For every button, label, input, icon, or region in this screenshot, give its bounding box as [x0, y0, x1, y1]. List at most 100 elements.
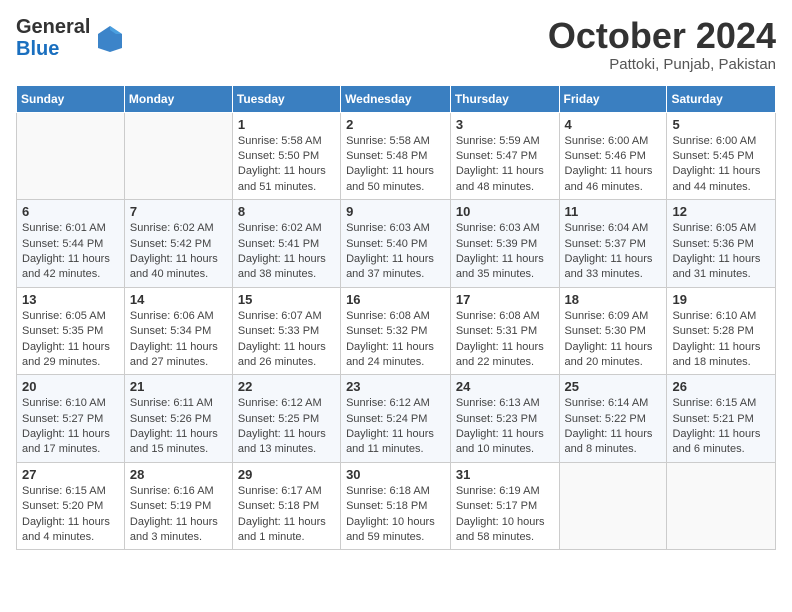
day-number: 5 — [672, 117, 770, 132]
logo-general: General — [16, 16, 90, 38]
sunrise-text: Sunrise: 6:13 AM — [456, 396, 554, 411]
day-number: 3 — [456, 117, 554, 132]
sunset-text: Sunset: 5:28 PM — [672, 324, 770, 339]
day-info: Sunrise: 6:02 AMSunset: 5:42 PMDaylight:… — [130, 221, 227, 283]
sunset-text: Sunset: 5:18 PM — [238, 499, 335, 514]
day-number: 15 — [238, 292, 335, 307]
sunrise-text: Sunrise: 6:04 AM — [565, 221, 662, 236]
sunset-text: Sunset: 5:37 PM — [565, 237, 662, 252]
day-info: Sunrise: 6:16 AMSunset: 5:19 PMDaylight:… — [130, 484, 227, 546]
sunrise-text: Sunrise: 6:08 AM — [456, 309, 554, 324]
sunrise-text: Sunrise: 6:00 AM — [565, 134, 662, 149]
sunset-text: Sunset: 5:32 PM — [346, 324, 445, 339]
calendar-cell — [124, 112, 232, 200]
day-info: Sunrise: 6:09 AMSunset: 5:30 PMDaylight:… — [565, 309, 662, 371]
day-info: Sunrise: 6:17 AMSunset: 5:18 PMDaylight:… — [238, 484, 335, 546]
sunrise-text: Sunrise: 6:02 AM — [238, 221, 335, 236]
day-info: Sunrise: 6:06 AMSunset: 5:34 PMDaylight:… — [130, 309, 227, 371]
sunrise-text: Sunrise: 6:06 AM — [130, 309, 227, 324]
daylight-text: Daylight: 11 hours and 40 minutes. — [130, 252, 227, 283]
calendar-cell: 12Sunrise: 6:05 AMSunset: 5:36 PMDayligh… — [667, 200, 776, 288]
day-info: Sunrise: 6:18 AMSunset: 5:18 PMDaylight:… — [346, 484, 445, 546]
day-info: Sunrise: 6:14 AMSunset: 5:22 PMDaylight:… — [565, 396, 662, 458]
sunset-text: Sunset: 5:48 PM — [346, 149, 445, 164]
sunrise-text: Sunrise: 6:16 AM — [130, 484, 227, 499]
day-info: Sunrise: 6:08 AMSunset: 5:32 PMDaylight:… — [346, 309, 445, 371]
sunrise-text: Sunrise: 5:59 AM — [456, 134, 554, 149]
sunrise-text: Sunrise: 5:58 AM — [238, 134, 335, 149]
daylight-text: Daylight: 11 hours and 27 minutes. — [130, 340, 227, 371]
calendar-cell: 7 Sunrise: 6:02 AMSunset: 5:42 PMDaylight… — [124, 200, 232, 288]
day-number: 1 — [238, 117, 335, 132]
calendar-cell — [667, 462, 776, 550]
sunset-text: Sunset: 5:21 PM — [672, 412, 770, 427]
daylight-text: Daylight: 11 hours and 51 minutes. — [238, 164, 335, 195]
day-info: Sunrise: 6:04 AMSunset: 5:37 PMDaylight:… — [565, 221, 662, 283]
calendar-cell: 30Sunrise: 6:18 AMSunset: 5:18 PMDayligh… — [341, 462, 451, 550]
calendar-cell: 29Sunrise: 6:17 AMSunset: 5:18 PMDayligh… — [232, 462, 340, 550]
location-subtitle: Pattoki, Punjab, Pakistan — [548, 56, 776, 73]
sunrise-text: Sunrise: 6:08 AM — [346, 309, 445, 324]
sunrise-text: Sunrise: 6:10 AM — [22, 396, 119, 411]
day-info: Sunrise: 6:02 AMSunset: 5:41 PMDaylight:… — [238, 221, 335, 283]
day-info: Sunrise: 6:15 AMSunset: 5:20 PMDaylight:… — [22, 484, 119, 546]
sunrise-text: Sunrise: 6:15 AM — [22, 484, 119, 499]
daylight-text: Daylight: 11 hours and 35 minutes. — [456, 252, 554, 283]
day-info: Sunrise: 6:13 AMSunset: 5:23 PMDaylight:… — [456, 396, 554, 458]
sunrise-text: Sunrise: 6:14 AM — [565, 396, 662, 411]
daylight-text: Daylight: 11 hours and 38 minutes. — [238, 252, 335, 283]
daylight-text: Daylight: 11 hours and 10 minutes. — [456, 427, 554, 458]
daylight-text: Daylight: 10 hours and 59 minutes. — [346, 515, 445, 546]
calendar-cell: 24Sunrise: 6:13 AMSunset: 5:23 PMDayligh… — [450, 375, 559, 463]
calendar-cell: 18Sunrise: 6:09 AMSunset: 5:30 PMDayligh… — [559, 287, 667, 375]
day-info: Sunrise: 6:10 AMSunset: 5:28 PMDaylight:… — [672, 309, 770, 371]
day-number: 21 — [130, 379, 227, 394]
calendar-cell: 27Sunrise: 6:15 AMSunset: 5:20 PMDayligh… — [17, 462, 125, 550]
daylight-text: Daylight: 11 hours and 3 minutes. — [130, 515, 227, 546]
sunrise-text: Sunrise: 6:10 AM — [672, 309, 770, 324]
calendar-cell: 3Sunrise: 5:59 AMSunset: 5:47 PMDaylight… — [450, 112, 559, 200]
sunset-text: Sunset: 5:35 PM — [22, 324, 119, 339]
sunset-text: Sunset: 5:17 PM — [456, 499, 554, 514]
daylight-text: Daylight: 11 hours and 22 minutes. — [456, 340, 554, 371]
sunset-text: Sunset: 5:24 PM — [346, 412, 445, 427]
day-number: 7 — [130, 204, 227, 219]
day-info: Sunrise: 6:12 AMSunset: 5:25 PMDaylight:… — [238, 396, 335, 458]
day-header-friday: Friday — [559, 85, 667, 112]
logo-blue: Blue — [16, 38, 90, 60]
day-info: Sunrise: 6:07 AMSunset: 5:33 PMDaylight:… — [238, 309, 335, 371]
sunset-text: Sunset: 5:45 PM — [672, 149, 770, 164]
day-header-tuesday: Tuesday — [232, 85, 340, 112]
calendar-cell: 6Sunrise: 6:01 AMSunset: 5:44 PMDaylight… — [17, 200, 125, 288]
day-number: 31 — [456, 467, 554, 482]
title-section: October 2024 Pattoki, Punjab, Pakistan — [548, 16, 776, 73]
sunset-text: Sunset: 5:27 PM — [22, 412, 119, 427]
sunrise-text: Sunrise: 6:01 AM — [22, 221, 119, 236]
day-number: 10 — [456, 204, 554, 219]
calendar-cell: 22Sunrise: 6:12 AMSunset: 5:25 PMDayligh… — [232, 375, 340, 463]
day-info: Sunrise: 6:05 AMSunset: 5:35 PMDaylight:… — [22, 309, 119, 371]
day-header-thursday: Thursday — [450, 85, 559, 112]
sunset-text: Sunset: 5:40 PM — [346, 237, 445, 252]
sunset-text: Sunset: 5:41 PM — [238, 237, 335, 252]
daylight-text: Daylight: 11 hours and 42 minutes. — [22, 252, 119, 283]
day-number: 17 — [456, 292, 554, 307]
sunrise-text: Sunrise: 6:05 AM — [672, 221, 770, 236]
daylight-text: Daylight: 11 hours and 26 minutes. — [238, 340, 335, 371]
daylight-text: Daylight: 11 hours and 50 minutes. — [346, 164, 445, 195]
day-info: Sunrise: 5:58 AMSunset: 5:48 PMDaylight:… — [346, 134, 445, 196]
day-info: Sunrise: 6:03 AMSunset: 5:40 PMDaylight:… — [346, 221, 445, 283]
daylight-text: Daylight: 11 hours and 44 minutes. — [672, 164, 770, 195]
sunrise-text: Sunrise: 6:09 AM — [565, 309, 662, 324]
daylight-text: Daylight: 11 hours and 13 minutes. — [238, 427, 335, 458]
sunset-text: Sunset: 5:25 PM — [238, 412, 335, 427]
calendar-cell: 5Sunrise: 6:00 AMSunset: 5:45 PMDaylight… — [667, 112, 776, 200]
day-info: Sunrise: 6:03 AMSunset: 5:39 PMDaylight:… — [456, 221, 554, 283]
sunset-text: Sunset: 5:36 PM — [672, 237, 770, 252]
day-number: 11 — [565, 204, 662, 219]
daylight-text: Daylight: 11 hours and 18 minutes. — [672, 340, 770, 371]
day-number: 8 — [238, 204, 335, 219]
sunset-text: Sunset: 5:46 PM — [565, 149, 662, 164]
daylight-text: Daylight: 11 hours and 46 minutes. — [565, 164, 662, 195]
sunset-text: Sunset: 5:22 PM — [565, 412, 662, 427]
